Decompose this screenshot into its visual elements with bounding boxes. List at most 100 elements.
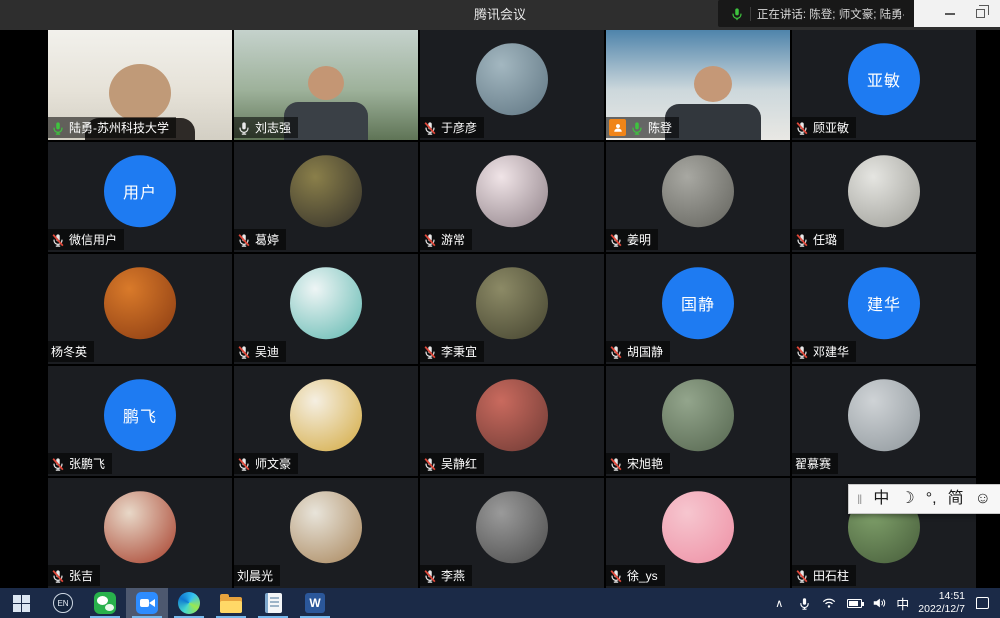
participant-name: 葛婷 xyxy=(255,231,279,248)
participant-name: 吴静红 xyxy=(441,455,477,472)
ime-toolbar[interactable]: ‖ 中 ☽ °, 简 ☺ xyxy=(848,484,1000,514)
windows-taskbar: EN W ∧ xyxy=(0,588,1000,618)
taskbar-clock[interactable]: 14:51 2022/12/7 xyxy=(918,590,965,616)
participant-tile[interactable]: 翟慕赛 xyxy=(792,366,976,476)
mic-muted-icon xyxy=(423,345,437,359)
participant-tile[interactable]: 张吉 xyxy=(48,478,232,588)
participant-tile[interactable]: 姜明 xyxy=(606,142,790,252)
ime-drag-handle[interactable]: ‖ xyxy=(857,492,862,507)
participant-nameplate: 微信用户 xyxy=(48,229,124,250)
host-badge-icon xyxy=(609,119,626,136)
participant-name: 田石柱 xyxy=(813,567,849,584)
participant-tile[interactable]: 鹏飞张鹏飞 xyxy=(48,366,232,476)
volume-icon[interactable] xyxy=(871,594,887,612)
ime-punctuation-toggle[interactable]: °, xyxy=(926,485,937,513)
participant-tile[interactable]: 国静胡国静 xyxy=(606,254,790,364)
ime-width-toggle-icon[interactable]: ☽ xyxy=(900,485,914,513)
tray-microphone-icon[interactable] xyxy=(796,594,812,612)
participant-tile[interactable]: 杨冬英 xyxy=(48,254,232,364)
clock-time: 14:51 xyxy=(939,590,965,602)
participant-tile[interactable]: 吴迪 xyxy=(234,254,418,364)
participant-tile[interactable]: 师文豪 xyxy=(234,366,418,476)
participant-grid: 陆勇-苏州科技大学刘志强于彦彦陈登亚敏顾亚敏用户微信用户葛婷游常姜明任璐杨冬英吴… xyxy=(48,30,976,588)
file-explorer-taskbar-button[interactable] xyxy=(210,588,252,618)
participant-name: 张鹏飞 xyxy=(69,455,105,472)
participant-nameplate: 杨冬英 xyxy=(48,341,94,362)
mic-muted-icon xyxy=(795,345,809,359)
participant-name: 微信用户 xyxy=(69,231,117,248)
participant-tile[interactable]: 建华邓建华 xyxy=(792,254,976,364)
mic-speaking-icon xyxy=(730,7,744,21)
participant-tile[interactable]: 陈登 xyxy=(606,30,790,140)
participant-nameplate: 任璐 xyxy=(792,229,844,250)
participant-tile[interactable]: 陆勇-苏州科技大学 xyxy=(48,30,232,140)
tray-ime-mode[interactable]: 中 xyxy=(896,594,909,613)
folder-icon xyxy=(220,597,242,613)
avatar-photo xyxy=(290,379,362,451)
hidden-icons-chevron[interactable]: ∧ xyxy=(771,594,787,612)
language-indicator-button[interactable]: EN xyxy=(42,588,84,618)
participant-tile[interactable]: 吴静红 xyxy=(420,366,604,476)
participant-nameplate: 张吉 xyxy=(48,565,100,586)
participant-tile[interactable]: 亚敏顾亚敏 xyxy=(792,30,976,140)
participant-tile[interactable]: 徐_ys xyxy=(606,478,790,588)
participant-name: 师文豪 xyxy=(255,455,291,472)
tencent-meeting-taskbar-button[interactable] xyxy=(126,588,168,618)
mic-muted-icon xyxy=(237,233,251,247)
mic-muted-icon xyxy=(795,121,809,135)
participant-name: 陆勇-苏州科技大学 xyxy=(69,119,169,136)
ime-simplified-toggle[interactable]: 简 xyxy=(948,485,964,513)
participant-tile[interactable]: 任璐 xyxy=(792,142,976,252)
avatar-photo xyxy=(848,379,920,451)
action-center-icon[interactable] xyxy=(974,594,990,612)
participant-name: 陈登 xyxy=(648,119,672,136)
system-tray: ∧ xyxy=(771,588,1000,618)
participant-tile[interactable]: 李燕 xyxy=(420,478,604,588)
participant-tile[interactable]: 于彦彦 xyxy=(420,30,604,140)
mic-muted-icon xyxy=(609,345,623,359)
speaking-indicator-popup: 正在讲话: 陈登; 师文豪; 陆勇-... xyxy=(718,0,1000,27)
mic-muted-icon xyxy=(423,233,437,247)
participant-name: 刘晨光 xyxy=(237,567,273,584)
word-taskbar-button[interactable]: W xyxy=(294,588,336,618)
battery-icon[interactable] xyxy=(846,594,862,612)
participant-tile[interactable]: 刘晨光 xyxy=(234,478,418,588)
avatar-photo xyxy=(662,491,734,563)
start-button[interactable] xyxy=(0,588,42,618)
participant-nameplate: 游常 xyxy=(420,229,472,250)
participant-tile[interactable]: 李秉宜 xyxy=(420,254,604,364)
ime-emoji-icon[interactable]: ☺ xyxy=(975,485,991,513)
wifi-icon[interactable] xyxy=(821,594,837,612)
edge-browser-icon xyxy=(178,592,200,614)
minimize-button[interactable] xyxy=(944,8,956,20)
notepad-taskbar-button[interactable] xyxy=(252,588,294,618)
participant-tile[interactable]: 游常 xyxy=(420,142,604,252)
participant-nameplate: 邓建华 xyxy=(792,341,856,362)
word-icon: W xyxy=(305,593,325,613)
participant-nameplate: 李燕 xyxy=(420,565,472,586)
participant-name: 张吉 xyxy=(69,567,93,584)
participant-tile[interactable]: 刘志强 xyxy=(234,30,418,140)
avatar-photo xyxy=(290,267,362,339)
participant-tile[interactable]: 用户微信用户 xyxy=(48,142,232,252)
restore-button[interactable] xyxy=(974,8,986,20)
participant-nameplate: 胡国静 xyxy=(606,341,670,362)
participant-name: 李秉宜 xyxy=(441,343,477,360)
wechat-taskbar-button[interactable] xyxy=(84,588,126,618)
ime-mode-toggle[interactable]: 中 xyxy=(873,485,889,513)
edge-taskbar-button[interactable] xyxy=(168,588,210,618)
participant-name: 杨冬英 xyxy=(51,343,87,360)
participant-nameplate: 于彦彦 xyxy=(420,117,484,138)
windows-logo-icon xyxy=(13,595,30,612)
participant-nameplate: 宋旭艳 xyxy=(606,453,670,474)
participant-nameplate: 刘志强 xyxy=(234,117,298,138)
participant-nameplate: 吴静红 xyxy=(420,453,484,474)
participant-nameplate: 田石柱 xyxy=(792,565,856,586)
participant-tile[interactable]: 葛婷 xyxy=(234,142,418,252)
clock-date: 2022/12/7 xyxy=(918,603,965,615)
participant-tile[interactable]: 宋旭艳 xyxy=(606,366,790,476)
avatar-initials: 用户 xyxy=(104,155,176,227)
meeting-titlebar: 腾讯会议 正在讲话: 陈登; 师文豪; 陆勇-... xyxy=(0,0,1000,30)
mic-muted-icon xyxy=(237,457,251,471)
avatar-photo xyxy=(848,155,920,227)
